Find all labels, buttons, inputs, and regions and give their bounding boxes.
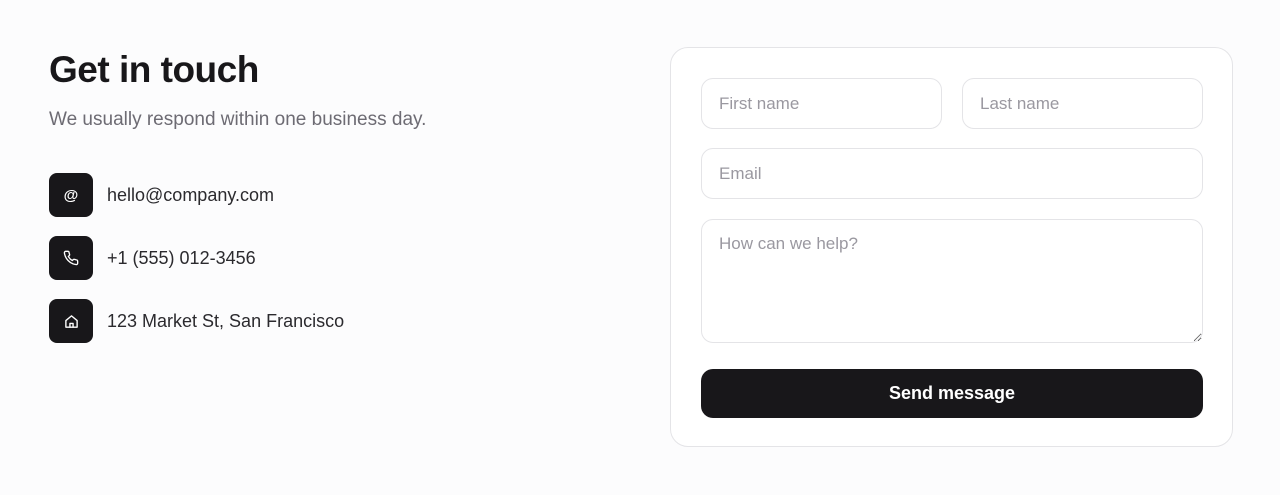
at-icon: @ (49, 173, 93, 217)
contact-page: Get in touch We usually respond within o… (0, 0, 1280, 495)
contact-email-text: hello@company.com (107, 184, 275, 205)
contact-item-phone: +1 (555) 012-3456 (49, 236, 609, 280)
contact-item-email: @ hello@company.com (49, 173, 609, 217)
send-message-button[interactable]: Send message (701, 369, 1203, 418)
contact-form: Send message (670, 47, 1233, 447)
contact-list: @ hello@company.com +1 (555) 012-3456 12… (49, 173, 609, 343)
page-title: Get in touch (49, 49, 259, 90)
contact-info: Get in touch We usually respond within o… (49, 48, 609, 362)
home-icon (49, 299, 93, 343)
email-input[interactable] (701, 148, 1203, 199)
phone-icon (49, 236, 93, 280)
first-name-input[interactable] (701, 78, 942, 129)
at-glyph: @ (63, 186, 79, 204)
contact-item-address: 123 Market St, San Francisco (49, 299, 609, 343)
last-name-input[interactable] (962, 78, 1203, 129)
page-subtitle: We usually respond within one business d… (49, 109, 427, 130)
contact-phone-text: +1 (555) 012-3456 (107, 247, 256, 268)
message-textarea[interactable] (701, 219, 1203, 343)
contact-address-text: 123 Market St, San Francisco (107, 310, 345, 331)
